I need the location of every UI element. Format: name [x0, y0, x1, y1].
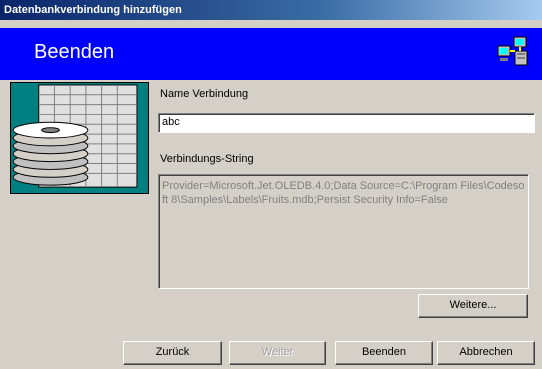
more-button[interactable]: Weitere...: [418, 294, 528, 318]
window-title: Datenbankverbindung hinzufügen: [4, 4, 182, 16]
connection-string-label: Verbindungs-String: [160, 153, 254, 165]
next-button[interactable]: Weiter: [229, 341, 326, 365]
name-label: Name Verbindung: [160, 88, 249, 100]
wizard-header: Beenden: [0, 28, 542, 80]
window-titlebar: Datenbankverbindung hinzufügen: [0, 0, 542, 20]
cancel-button[interactable]: Abbrechen: [437, 341, 535, 365]
network-computers-icon: [497, 36, 528, 66]
name-field[interactable]: abc: [158, 113, 535, 133]
connection-string-field[interactable]: Provider=Microsoft.Jet.OLEDB.4.0;Data So…: [158, 174, 529, 289]
finish-button[interactable]: Beenden: [335, 341, 433, 365]
database-disks-icon: [10, 82, 149, 194]
back-button[interactable]: Zurück: [123, 341, 222, 365]
wizard-header-title: Beenden: [34, 41, 115, 63]
